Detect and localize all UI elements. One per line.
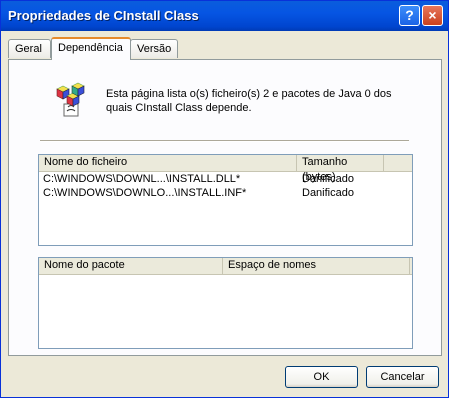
close-icon: × xyxy=(428,7,437,23)
tab-label: Dependência xyxy=(58,42,123,54)
title-bar[interactable]: Propriedades de CInstall Class ? × xyxy=(1,1,448,31)
column-header-size[interactable]: Tamanho (bytes) xyxy=(297,155,384,183)
packages-list[interactable]: Nome do pacote Espaço de nomes xyxy=(38,257,413,349)
window-title: Propriedades de CInstall Class xyxy=(8,8,199,23)
help-icon: ? xyxy=(405,7,414,23)
properties-dialog: Propriedades de CInstall Class ? × Geral… xyxy=(0,0,449,398)
file-size-cell: Danificado xyxy=(302,173,354,185)
tab-strip: Geral Dependência Versão xyxy=(1,31,448,60)
file-row[interactable]: C:\WINDOWS\DOWNLO...\INSTALL.INF* Danifi… xyxy=(39,186,412,200)
cancel-button[interactable]: Cancelar xyxy=(366,366,439,388)
separator xyxy=(40,140,409,142)
tab-versao[interactable]: Versão xyxy=(130,39,178,58)
tab-label: Geral xyxy=(15,43,42,55)
file-name-cell: C:\WINDOWS\DOWNLO...\INSTALL.INF* xyxy=(43,187,247,199)
ok-button[interactable]: OK xyxy=(285,366,358,388)
file-size-cell: Danificado xyxy=(302,187,354,199)
tab-label: Versão xyxy=(137,43,172,55)
tab-panel: Esta página lista o(s) ficheiro(s) 2 e p… xyxy=(8,59,442,356)
file-name-cell: C:\WINDOWS\DOWNL...\INSTALL.DLL* xyxy=(43,173,241,185)
column-header-package-name[interactable]: Nome do pacote xyxy=(39,258,223,274)
file-row[interactable]: C:\WINDOWS\DOWNL...\INSTALL.DLL* Danific… xyxy=(39,172,412,186)
files-list-header: Nome do ficheiro Tamanho (bytes) xyxy=(39,155,412,183)
column-header-file-name[interactable]: Nome do ficheiro xyxy=(39,155,297,171)
dependency-description: Esta página lista o(s) ficheiro(s) 2 e p… xyxy=(106,88,392,114)
tab-dependencia[interactable]: Dependência xyxy=(51,37,131,60)
dependency-package-icon xyxy=(56,82,85,117)
tab-geral[interactable]: Geral xyxy=(8,39,51,58)
packages-list-header: Nome do pacote Espaço de nomes xyxy=(39,258,412,275)
close-button[interactable]: × xyxy=(422,5,443,26)
help-button[interactable]: ? xyxy=(399,5,420,26)
column-header-namespace[interactable]: Espaço de nomes xyxy=(223,258,410,274)
files-list[interactable]: Nome do ficheiro Tamanho (bytes) C:\WIND… xyxy=(38,154,413,246)
